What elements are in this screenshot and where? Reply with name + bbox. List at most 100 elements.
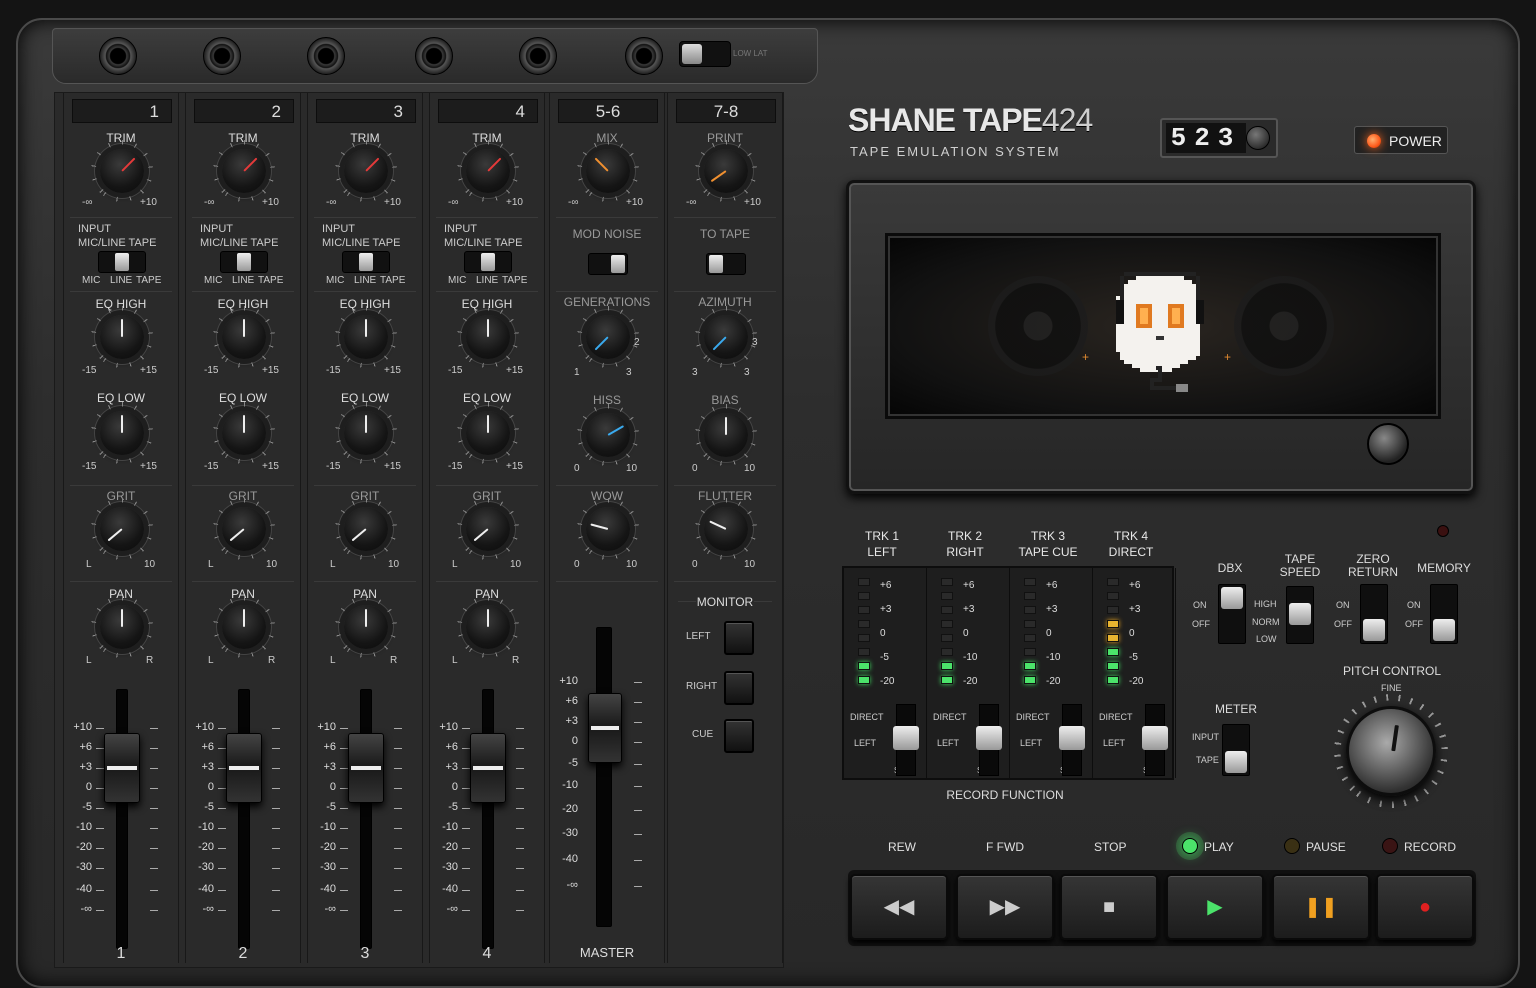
eq-low-knob[interactable] xyxy=(222,411,266,455)
divider xyxy=(556,485,658,486)
fader-scale-label: -∞ xyxy=(324,903,336,915)
bias-knob[interactable] xyxy=(704,413,748,457)
input-jack-3[interactable] xyxy=(307,37,345,75)
pan-knob[interactable] xyxy=(344,605,388,649)
channel-fader[interactable] xyxy=(470,733,506,803)
trim-knob[interactable] xyxy=(222,149,266,193)
dbx-switch[interactable] xyxy=(1218,584,1246,644)
wow-knob[interactable] xyxy=(586,507,630,551)
input-select-switch[interactable] xyxy=(342,251,390,273)
divider xyxy=(192,485,294,486)
monitor-rule xyxy=(754,601,772,602)
divider xyxy=(436,291,538,292)
fader-scale-label: -10 xyxy=(320,821,336,833)
monitor-left-button[interactable] xyxy=(724,621,754,655)
fader-tick xyxy=(462,868,470,869)
trim-knob[interactable] xyxy=(100,149,144,193)
power-button[interactable]: POWER xyxy=(1354,126,1448,154)
low-latency-toggle[interactable] xyxy=(679,41,731,67)
grit-knob[interactable] xyxy=(222,507,266,551)
track-4-record-switch[interactable] xyxy=(1142,726,1168,750)
channel-fader[interactable] xyxy=(104,733,140,803)
meter-input-label: INPUT xyxy=(1192,732,1219,742)
input-jack-4[interactable] xyxy=(415,37,453,75)
memory-label: MEMORY xyxy=(1417,561,1471,575)
input-jack-5[interactable] xyxy=(519,37,557,75)
track-2-meter: +6+30-10-20DIRECTLEFTSAFE xyxy=(927,568,1010,778)
meter-segment xyxy=(1107,592,1119,600)
master-fader[interactable] xyxy=(588,693,622,763)
eq-high-knob[interactable] xyxy=(222,315,266,359)
track-2-record-switch[interactable] xyxy=(976,726,1002,750)
pan-knob[interactable] xyxy=(100,605,144,649)
track-3-record-switch[interactable] xyxy=(1059,726,1085,750)
master-tick xyxy=(634,682,642,683)
stop-button[interactable]: ■ xyxy=(1060,874,1158,940)
channel-fader[interactable] xyxy=(348,733,384,803)
record-button[interactable]: ● xyxy=(1376,874,1474,940)
mod-noise-switch[interactable] xyxy=(588,253,628,275)
input-jack-6[interactable] xyxy=(625,37,663,75)
channel-fader[interactable] xyxy=(226,733,262,803)
trim-knob[interactable] xyxy=(466,149,510,193)
generations-knob[interactable] xyxy=(586,315,630,359)
channel-strip-5-6: 5-6 MIX -∞ +10 MOD NOISE GENERATIONS 1 2 3 HISS 0 1… xyxy=(549,93,665,963)
eq-high-knob[interactable] xyxy=(466,315,510,359)
brand-name: SHANE TAPE xyxy=(848,102,1043,138)
azimuth-knob[interactable] xyxy=(704,315,748,359)
print-knob[interactable] xyxy=(704,149,748,193)
memory-switch[interactable] xyxy=(1430,584,1458,644)
divider xyxy=(436,217,538,218)
input-select-switch[interactable] xyxy=(220,251,268,273)
master-scale-label: -30 xyxy=(562,827,578,839)
pitch-control-knob[interactable] xyxy=(1346,706,1436,796)
play-button[interactable]: ▶ xyxy=(1166,874,1264,940)
eq-high-knob[interactable] xyxy=(344,315,388,359)
input-jack-1[interactable] xyxy=(99,37,137,75)
eq-low-knob[interactable] xyxy=(100,411,144,455)
tape-speed-switch[interactable] xyxy=(1286,586,1314,644)
pan-left-label: L xyxy=(208,655,214,666)
counter-reset-button[interactable] xyxy=(1246,126,1270,150)
eq-high-min-label: -15 xyxy=(204,365,219,376)
eq-low-knob[interactable] xyxy=(466,411,510,455)
grit-knob[interactable] xyxy=(344,507,388,551)
zero-return-label-1: ZERO xyxy=(1356,552,1390,566)
flutter-knob[interactable] xyxy=(704,507,748,551)
f-fwd-button[interactable]: ▶▶ xyxy=(956,874,1054,940)
input-jack-2[interactable] xyxy=(203,37,241,75)
eq-high-max-label: +15 xyxy=(140,365,157,376)
input-select-switch[interactable] xyxy=(98,251,146,273)
to-tape-switch[interactable] xyxy=(706,253,746,275)
zero-return-switch[interactable] xyxy=(1360,584,1388,644)
eq-high-knob[interactable] xyxy=(100,315,144,359)
grit-knob[interactable] xyxy=(466,507,510,551)
track-1-record-switch[interactable] xyxy=(893,726,919,750)
fader-tick xyxy=(96,808,104,809)
meter-switch[interactable] xyxy=(1222,724,1250,776)
monitor-cue-button[interactable] xyxy=(724,719,754,753)
master-scale-label: +3 xyxy=(565,715,578,727)
channel-footer-number: 4 xyxy=(482,945,492,962)
meter-label: METER xyxy=(1215,702,1257,716)
fader-tick xyxy=(462,768,470,769)
trim-knob[interactable] xyxy=(344,149,388,193)
master-tick xyxy=(634,886,642,887)
monitor-right-button[interactable] xyxy=(724,671,754,705)
grit-min-label: L xyxy=(452,559,458,570)
fader-scale-label: -30 xyxy=(76,861,92,873)
fader-scale-label: -∞ xyxy=(202,903,214,915)
hiss-knob[interactable] xyxy=(586,413,630,457)
pan-knob[interactable] xyxy=(466,605,510,649)
memory-off-label: OFF xyxy=(1405,619,1423,629)
mix-knob[interactable] xyxy=(586,149,630,193)
pan-knob[interactable] xyxy=(222,605,266,649)
generations-knob-pointer xyxy=(594,336,609,351)
rew-button[interactable]: ◀◀ xyxy=(850,874,948,940)
input-select-switch[interactable] xyxy=(464,251,512,273)
eject-button[interactable] xyxy=(1367,423,1409,465)
grit-knob[interactable] xyxy=(100,507,144,551)
pause-button[interactable]: ❚❚ xyxy=(1272,874,1370,940)
eq-low-knob[interactable] xyxy=(344,411,388,455)
dbx-off-label: OFF xyxy=(1192,619,1210,629)
